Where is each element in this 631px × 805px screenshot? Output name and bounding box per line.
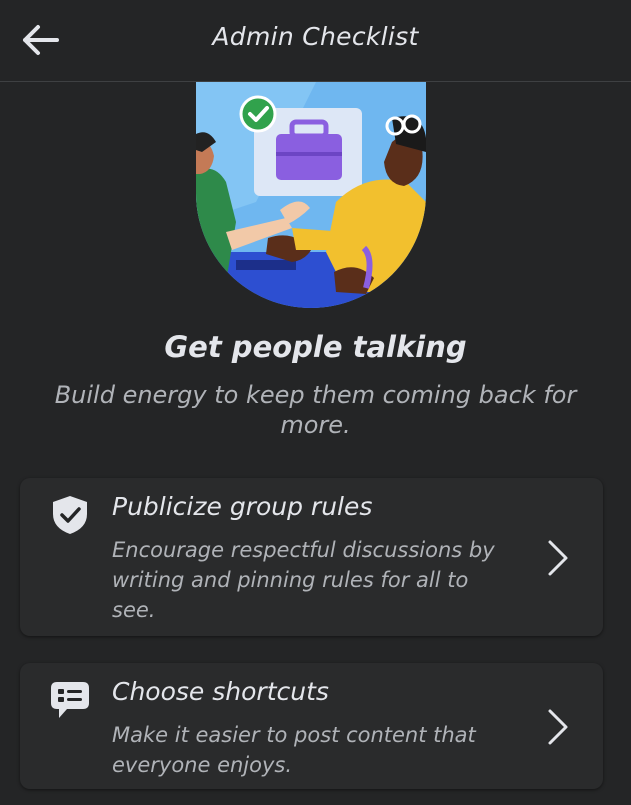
chevron-right-icon xyxy=(543,538,573,578)
hero-illustration xyxy=(196,82,426,308)
admin-checklist-screen: Admin Checklist Get people talking Build… xyxy=(0,0,631,805)
checklist-item-group-rules[interactable]: Publicize group rules Encourage respectf… xyxy=(20,478,603,636)
checklist-item-shortcuts[interactable]: Choose shortcuts Make it easier to post … xyxy=(20,663,603,789)
section-subheading: Build energy to keep them coming back fo… xyxy=(54,381,577,439)
page-title: Admin Checklist xyxy=(212,22,419,51)
checklist-item-description: Encourage respectful discussions by writ… xyxy=(112,538,495,622)
shield-check-icon xyxy=(49,494,91,536)
check-circle-icon xyxy=(239,95,277,133)
checklist-item-title: Publicize group rules xyxy=(112,492,373,521)
checklist-item-title: Choose shortcuts xyxy=(112,677,329,706)
speech-bubble-icon xyxy=(49,679,91,721)
chevron-right-icon xyxy=(543,707,573,747)
checklist-item-description: Make it easier to post content that ever… xyxy=(112,723,476,777)
section-heading: Get people talking xyxy=(164,330,467,364)
top-bar: Admin Checklist xyxy=(0,0,631,82)
